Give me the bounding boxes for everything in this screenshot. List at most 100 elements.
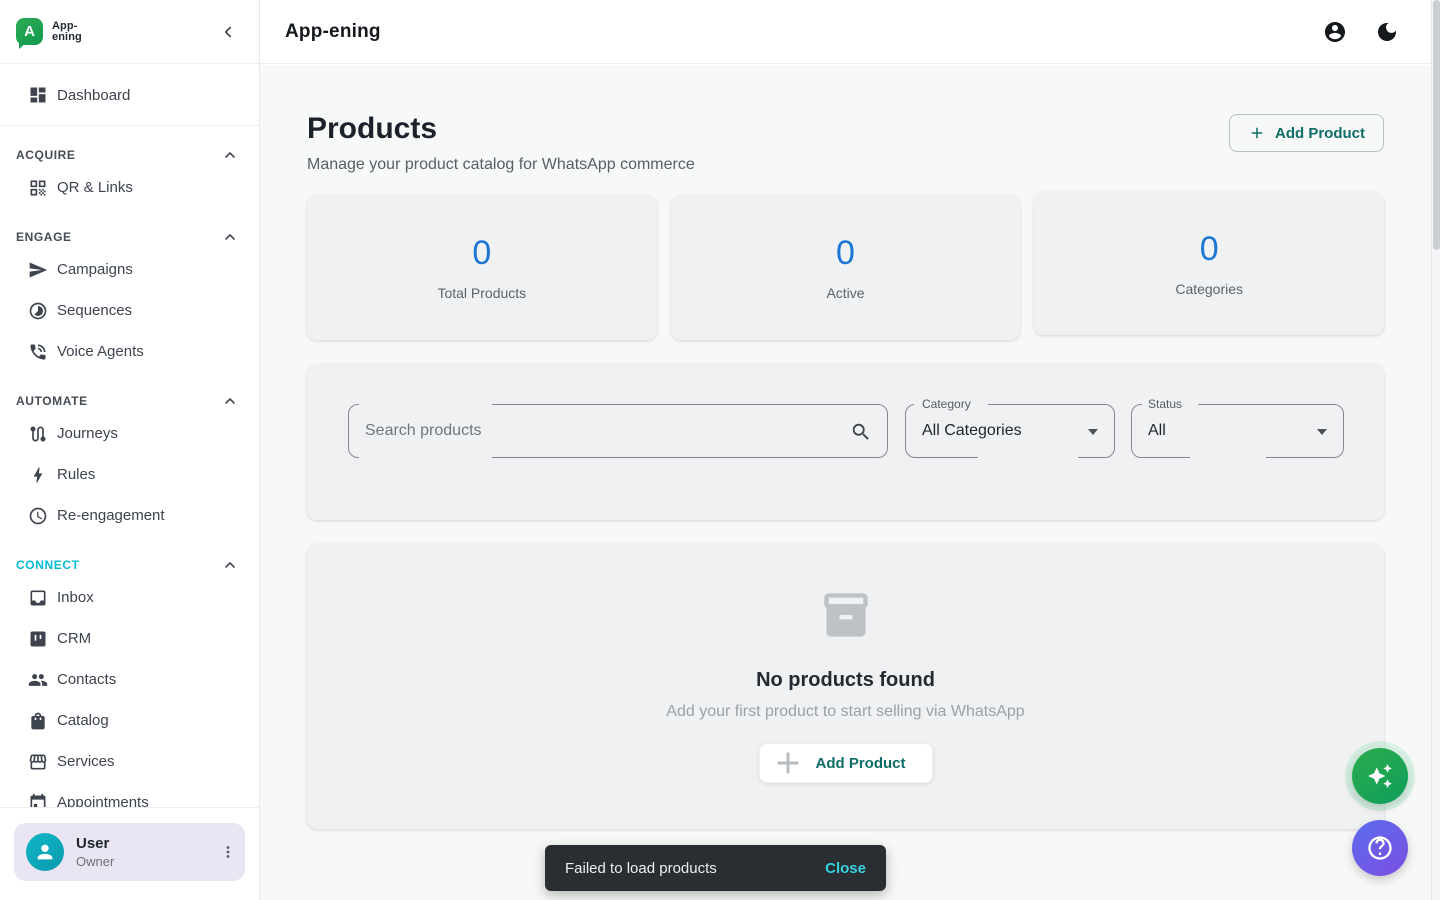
sidebar-item-label: Inbox bbox=[57, 589, 94, 606]
inventory-box-icon bbox=[820, 589, 872, 641]
sidebar-section-acquire[interactable]: ACQUIRE bbox=[0, 143, 259, 167]
stat-card-total-products: 0 Total Products bbox=[307, 195, 657, 340]
sidebar: A App- ening Dashboard ACQUIRE QR & Link… bbox=[0, 0, 260, 900]
status-select[interactable]: Status All bbox=[1131, 404, 1344, 458]
people-icon bbox=[28, 670, 48, 690]
sidebar-header: A App- ening bbox=[0, 0, 259, 64]
help-fab[interactable] bbox=[1352, 820, 1408, 876]
outline-notch bbox=[978, 457, 1078, 458]
sidebar-collapse-button[interactable] bbox=[219, 23, 237, 41]
chevron-up-icon bbox=[222, 393, 238, 409]
person-icon bbox=[34, 841, 56, 863]
shopping-bag-icon bbox=[28, 711, 48, 731]
add-product-button[interactable]: Add Product bbox=[1229, 114, 1384, 152]
inbox-icon bbox=[28, 588, 48, 608]
sidebar-item-label: Sequences bbox=[57, 302, 132, 319]
divider bbox=[0, 125, 259, 126]
sidebar-section-engage[interactable]: ENGAGE bbox=[0, 225, 259, 249]
calendar-icon bbox=[28, 793, 48, 808]
sidebar-item-catalog[interactable]: Catalog bbox=[0, 700, 259, 741]
sidebar-item-journeys[interactable]: Journeys bbox=[0, 413, 259, 454]
clock-icon bbox=[28, 506, 48, 526]
chevron-up-icon bbox=[222, 147, 238, 163]
plus-icon bbox=[770, 745, 806, 781]
user-card[interactable]: User Owner bbox=[14, 823, 245, 881]
sidebar-item-qr-links[interactable]: QR & Links bbox=[0, 167, 259, 208]
filter-bar: Category All Categories Status All bbox=[307, 364, 1384, 520]
app-logo-text: App- ening bbox=[52, 21, 82, 42]
stat-value: 0 bbox=[472, 234, 491, 273]
sidebar-item-appointments[interactable]: Appointments bbox=[0, 782, 259, 807]
topbar-actions bbox=[1323, 20, 1399, 44]
account-button[interactable] bbox=[1323, 20, 1347, 44]
scrollbar-thumb[interactable] bbox=[1433, 0, 1440, 250]
send-icon bbox=[28, 260, 48, 280]
caret-down-icon bbox=[1317, 429, 1327, 435]
main-content: Products Manage your product catalog for… bbox=[260, 65, 1440, 900]
sidebar-section-connect[interactable]: CONNECT bbox=[0, 553, 259, 577]
chevron-up-icon bbox=[222, 557, 238, 573]
app-logo[interactable]: A App- ening bbox=[16, 18, 82, 45]
outline-notch bbox=[359, 404, 492, 405]
avatar bbox=[26, 833, 64, 871]
page-header: Products Manage your product catalog for… bbox=[307, 112, 1384, 174]
search-input[interactable] bbox=[349, 405, 887, 457]
sidebar-item-crm[interactable]: CRM bbox=[0, 618, 259, 659]
sidebar-item-label: Contacts bbox=[57, 671, 116, 688]
outline-notch bbox=[1190, 457, 1266, 458]
sidebar-item-sequences[interactable]: Sequences bbox=[0, 290, 259, 331]
sidebar-item-label: Dashboard bbox=[57, 87, 130, 104]
empty-state-title: No products found bbox=[756, 669, 935, 692]
scrollbar[interactable] bbox=[1431, 0, 1440, 900]
user-name: User bbox=[76, 835, 114, 852]
sidebar-item-label: QR & Links bbox=[57, 179, 133, 196]
sidebar-item-label: Voice Agents bbox=[57, 343, 144, 360]
sidebar-item-label: Catalog bbox=[57, 712, 109, 729]
stat-label: Active bbox=[826, 285, 864, 301]
toast-message: Failed to load products bbox=[565, 860, 717, 877]
page-subtitle: Manage your product catalog for WhatsApp… bbox=[307, 156, 695, 174]
sidebar-item-label: Services bbox=[57, 753, 115, 770]
stat-label: Categories bbox=[1175, 281, 1243, 297]
empty-state-subtitle: Add your first product to start selling … bbox=[666, 703, 1024, 721]
route-icon bbox=[28, 424, 48, 444]
chevron-up-icon bbox=[222, 229, 238, 245]
search-field[interactable] bbox=[348, 404, 888, 458]
toast-notification: Failed to load products Close bbox=[545, 845, 886, 891]
sidebar-item-re-engagement[interactable]: Re-engagement bbox=[0, 495, 259, 536]
sidebar-item-voice-agents[interactable]: Voice Agents bbox=[0, 331, 259, 372]
toast-close-button[interactable]: Close bbox=[825, 860, 866, 877]
ai-assistant-fab[interactable] bbox=[1352, 748, 1408, 804]
category-value: All Categories bbox=[922, 405, 1022, 457]
stat-value: 0 bbox=[1200, 230, 1219, 269]
account-circle-icon bbox=[1323, 20, 1347, 44]
app-logo-icon: A bbox=[16, 18, 43, 45]
sidebar-item-label: Campaigns bbox=[57, 261, 133, 278]
user-role: Owner bbox=[76, 854, 114, 869]
outline-notch bbox=[359, 457, 492, 458]
stat-card-active: 0 Active bbox=[671, 195, 1021, 340]
sidebar-item-label: Re-engagement bbox=[57, 507, 165, 524]
sidebar-item-contacts[interactable]: Contacts bbox=[0, 659, 259, 700]
sidebar-item-dashboard[interactable]: Dashboard bbox=[0, 73, 259, 117]
sidebar-item-label: Appointments bbox=[57, 794, 149, 807]
chevron-left-icon bbox=[219, 23, 237, 41]
bolt-icon bbox=[28, 465, 48, 485]
sidebar-item-rules[interactable]: Rules bbox=[0, 454, 259, 495]
sidebar-section-automate[interactable]: AUTOMATE bbox=[0, 389, 259, 413]
sidebar-item-inbox[interactable]: Inbox bbox=[0, 577, 259, 618]
topbar: App-ening bbox=[260, 0, 1440, 64]
caret-down-icon bbox=[1088, 429, 1098, 435]
sidebar-item-label: Rules bbox=[57, 466, 95, 483]
dashboard-icon bbox=[28, 85, 48, 105]
sidebar-item-campaigns[interactable]: Campaigns bbox=[0, 249, 259, 290]
search-icon bbox=[850, 421, 872, 443]
category-select[interactable]: Category All Categories bbox=[905, 404, 1115, 458]
empty-state-add-product-button[interactable]: Add Product bbox=[759, 743, 933, 783]
app-logo-letter: A bbox=[24, 23, 35, 40]
user-menu-button[interactable] bbox=[219, 843, 237, 861]
sidebar-footer: User Owner bbox=[0, 807, 259, 900]
sidebar-item-services[interactable]: Services bbox=[0, 741, 259, 782]
sidebar-item-label: CRM bbox=[57, 630, 91, 647]
dark-mode-toggle[interactable] bbox=[1375, 20, 1399, 44]
